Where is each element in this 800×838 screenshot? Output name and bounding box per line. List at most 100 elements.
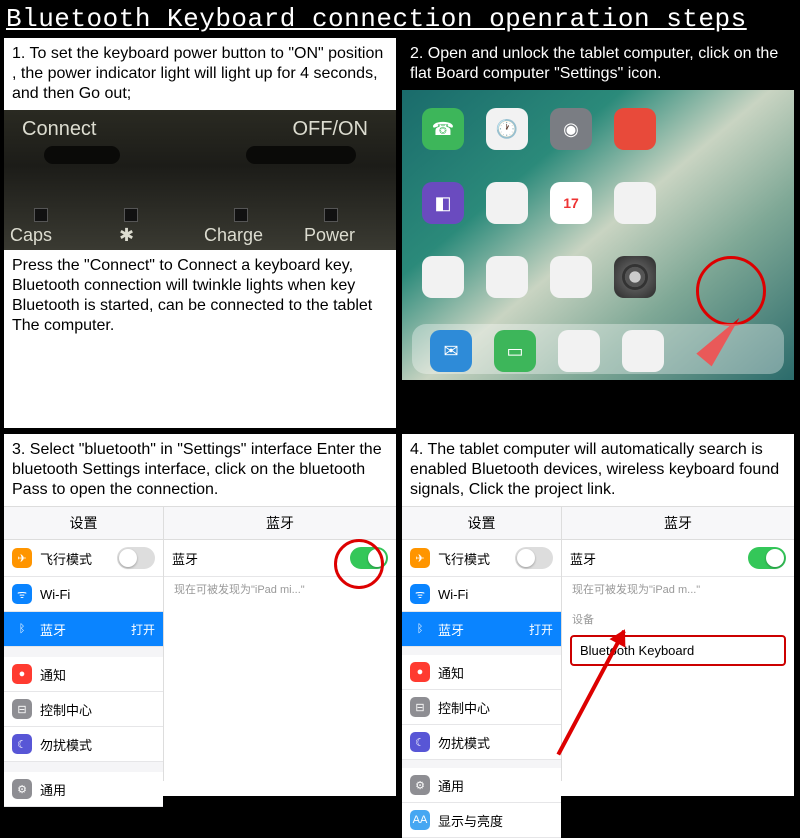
sidebar-label: 通用 bbox=[40, 780, 66, 799]
moon-icon: ☾ bbox=[410, 732, 430, 752]
toggles-icon: ⊟ bbox=[410, 697, 430, 717]
step-2: 2. Open and unlock the tablet computer, … bbox=[402, 38, 794, 428]
sidebar-item-dnd[interactable]: ☾ 勿扰模式 bbox=[402, 725, 561, 760]
led-caps bbox=[34, 208, 48, 222]
calendar-icon[interactable]: 17 bbox=[550, 182, 592, 224]
moon-icon: ☾ bbox=[12, 734, 32, 754]
sidebar-item-dnd[interactable]: ☾ 勿扰模式 bbox=[4, 727, 163, 762]
settings-sidebar: 设置 ✈飞行模式 ᯤWi-Fi ᛒ蓝牙打开 ●通知 ⊟控制中心 ☾勿扰模式 ⚙通… bbox=[4, 507, 164, 781]
devices-section-label: 设备 bbox=[562, 607, 794, 631]
step1-text-b: Press the "Connect" to Connect a keyboar… bbox=[4, 250, 396, 342]
step3-text: 3. Select "bluetooth" in "Settings" inte… bbox=[4, 434, 396, 506]
sidebar-label: 通用 bbox=[438, 776, 464, 795]
app-icon[interactable] bbox=[486, 182, 528, 224]
step-1: 1. To set the keyboard power button to "… bbox=[4, 38, 396, 428]
app-icon[interactable] bbox=[614, 108, 656, 150]
ios-settings-screenshot: 设置 ✈飞行模式 ᯤWi-Fi ᛒ蓝牙打开 ●通知 ⊟控制中心 ☾勿扰模式 ⚙通… bbox=[4, 506, 396, 781]
led-power bbox=[324, 208, 338, 222]
bluetooth-icon: ✱ bbox=[119, 225, 134, 246]
app-icon[interactable] bbox=[622, 330, 664, 372]
sidebar-label: 飞行模式 bbox=[438, 549, 490, 568]
app-icon[interactable] bbox=[486, 256, 528, 298]
page-title: Bluetooth Keyboard connection openration… bbox=[0, 0, 800, 38]
clock-icon[interactable]: 🕐 bbox=[486, 108, 528, 150]
step2-text: 2. Open and unlock the tablet computer, … bbox=[402, 38, 794, 90]
app-icon[interactable] bbox=[558, 330, 600, 372]
sidebar-item-control[interactable]: ⊟控制中心 bbox=[402, 690, 561, 725]
tablet-homescreen: ☎ 🕐 ◉ ◧ 17 ✉ ▭ bbox=[402, 90, 794, 380]
device-bluetooth-keyboard[interactable]: Bluetooth Keyboard bbox=[570, 635, 786, 666]
display-icon: AA bbox=[410, 810, 430, 830]
hw-label-offon: OFF/ON bbox=[292, 118, 368, 141]
connect-button bbox=[44, 146, 120, 164]
sidebar-label: 飞行模式 bbox=[40, 549, 92, 568]
settings-sidebar: 设置 ✈飞行模式 ᯤWi-Fi ᛒ蓝牙打开 ●通知 ⊟控制中心 ☾勿扰模式 ⚙通… bbox=[402, 507, 562, 781]
step1-text-a: 1. To set the keyboard power button to "… bbox=[4, 38, 396, 110]
bt-status: 打开 bbox=[529, 621, 553, 638]
sidebar-item-notify[interactable]: ● 通知 bbox=[402, 655, 561, 690]
highlight-circle bbox=[334, 539, 384, 589]
sidebar-item-airplane[interactable]: ✈ 飞行模式 bbox=[402, 540, 561, 577]
led-charge bbox=[234, 208, 248, 222]
step4-text: 4. The tablet computer will automaticall… bbox=[402, 434, 794, 506]
sidebar-item-wifi[interactable]: ᯤ Wi-Fi bbox=[4, 577, 163, 612]
app-icon[interactable]: ▭ bbox=[494, 330, 536, 372]
dock: ✉ ▭ bbox=[412, 324, 784, 374]
sidebar-item-general[interactable]: ⚙通用 bbox=[402, 768, 561, 803]
sidebar-label: 显示与亮度 bbox=[438, 811, 503, 830]
airplane-icon: ✈ bbox=[410, 548, 430, 568]
hw-label-connect: Connect bbox=[22, 118, 97, 141]
wifi-icon: ᯤ bbox=[12, 584, 32, 604]
bluetooth-icon: ᛒ bbox=[410, 619, 430, 639]
detail-header: 蓝牙 bbox=[164, 507, 396, 540]
app-icon[interactable] bbox=[550, 256, 592, 298]
gear-icon: ⚙ bbox=[12, 779, 32, 799]
airplane-icon: ✈ bbox=[12, 548, 32, 568]
bluetooth-icon: ᛒ bbox=[12, 619, 32, 639]
sidebar-label: 蓝牙 bbox=[40, 620, 66, 639]
camera-icon[interactable]: ◉ bbox=[550, 108, 592, 150]
sidebar-label: 通知 bbox=[40, 665, 66, 684]
hw-label-caps: Caps bbox=[10, 225, 52, 246]
bt-label: 蓝牙 bbox=[172, 549, 198, 568]
wifi-icon: ᯤ bbox=[410, 584, 430, 604]
sidebar-label: 勿扰模式 bbox=[438, 733, 490, 752]
app-icon[interactable] bbox=[422, 256, 464, 298]
bell-icon: ● bbox=[12, 664, 32, 684]
app-icon[interactable]: ☎ bbox=[422, 108, 464, 150]
airplane-toggle[interactable] bbox=[515, 547, 553, 569]
sidebar-label: 通知 bbox=[438, 663, 464, 682]
settings-detail: 蓝牙 蓝牙 现在可被发现为"iPad m..." 设备 Bluetooth Ke… bbox=[562, 507, 794, 781]
bell-icon: ● bbox=[410, 662, 430, 682]
sidebar-item-general[interactable]: ⚙ 通用 bbox=[4, 772, 163, 807]
bluetooth-toggle[interactable] bbox=[748, 547, 786, 569]
discoverable-text: 现在可被发现为"iPad m..." bbox=[562, 577, 794, 601]
sidebar-label: 控制中心 bbox=[40, 700, 92, 719]
sidebar-header: 设置 bbox=[4, 507, 163, 540]
step-3: 3. Select "bluetooth" in "Settings" inte… bbox=[4, 434, 396, 796]
sidebar-item-wifi[interactable]: ᯤ Wi-Fi bbox=[402, 577, 561, 612]
bt-label: 蓝牙 bbox=[570, 549, 596, 568]
sidebar-label: 蓝牙 bbox=[438, 620, 464, 639]
settings-icon[interactable] bbox=[614, 256, 656, 298]
airplane-toggle[interactable] bbox=[117, 547, 155, 569]
gear-icon bbox=[622, 264, 648, 290]
sidebar-item-bluetooth[interactable]: ᛒ 蓝牙 打开 bbox=[402, 612, 561, 647]
sidebar-item-notify[interactable]: ● 通知 bbox=[4, 657, 163, 692]
app-icon[interactable] bbox=[614, 182, 656, 224]
sidebar-item-control[interactable]: ⊟ 控制中心 bbox=[4, 692, 163, 727]
sidebar-label: Wi-Fi bbox=[40, 587, 70, 602]
sidebar-item-display[interactable]: AA 显示与亮度 bbox=[402, 803, 561, 838]
detail-header: 蓝牙 bbox=[562, 507, 794, 540]
toggles-icon: ⊟ bbox=[12, 699, 32, 719]
power-slider bbox=[246, 146, 356, 164]
sidebar-item-airplane[interactable]: ✈ 飞行模式 bbox=[4, 540, 163, 577]
sidebar-item-bluetooth[interactable]: ᛒ蓝牙打开 bbox=[4, 612, 163, 647]
keyboard-hardware-photo: Connect OFF/ON Caps ✱ Charge Power bbox=[4, 110, 396, 250]
step-4: 4. The tablet computer will automaticall… bbox=[402, 434, 794, 796]
sidebar-label: Wi-Fi bbox=[438, 587, 468, 602]
sidebar-label: 勿扰模式 bbox=[40, 735, 92, 754]
bluetooth-toggle-row[interactable]: 蓝牙 bbox=[562, 540, 794, 577]
app-icon[interactable]: ✉ bbox=[430, 330, 472, 372]
app-icon[interactable]: ◧ bbox=[422, 182, 464, 224]
